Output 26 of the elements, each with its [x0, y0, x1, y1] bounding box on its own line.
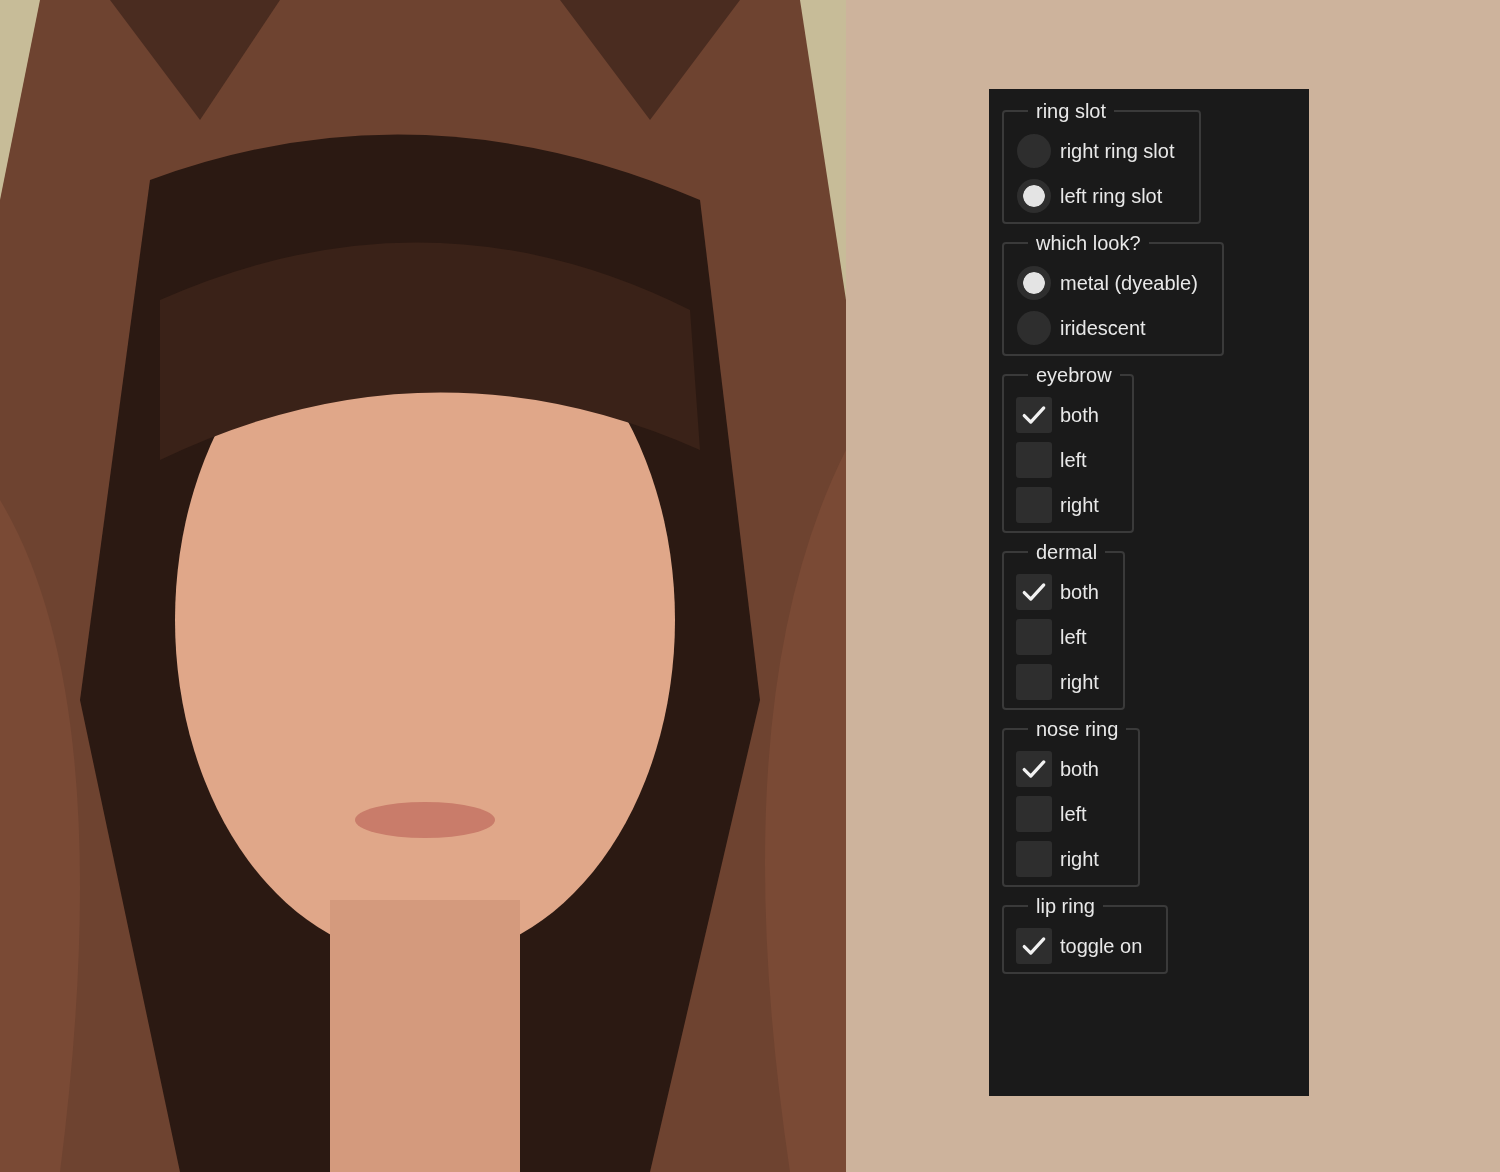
option-label: right: [1060, 493, 1099, 517]
option-label: left ring slot: [1060, 184, 1163, 208]
group-title: nose ring: [1035, 717, 1120, 741]
option-label: right: [1060, 670, 1099, 694]
option-label: right ring slot: [1060, 139, 1175, 163]
checkbox[interactable]: [1016, 574, 1052, 610]
option-label: left: [1060, 448, 1087, 472]
group-title: ring slot: [1035, 99, 1108, 123]
group-title: dermal: [1035, 540, 1099, 564]
option-label: both: [1060, 580, 1099, 604]
group-title: which look?: [1035, 231, 1142, 255]
option-label: iridescent: [1060, 316, 1146, 340]
group-title: lip ring: [1035, 894, 1096, 918]
option-label: right: [1060, 847, 1099, 871]
option-label: left: [1060, 802, 1087, 826]
checkbox[interactable]: [1016, 751, 1052, 787]
radio-button[interactable]: [1017, 266, 1051, 300]
option-label: both: [1060, 757, 1099, 781]
option-label: both: [1060, 403, 1099, 427]
option-label: toggle on: [1060, 934, 1143, 958]
radio-button[interactable]: [1017, 179, 1051, 213]
checkbox[interactable]: [1016, 397, 1052, 433]
option-label: metal (dyeable): [1060, 271, 1198, 295]
group-title: eyebrow: [1035, 363, 1113, 387]
checkbox[interactable]: [1016, 928, 1052, 964]
option-label: left: [1060, 625, 1087, 649]
